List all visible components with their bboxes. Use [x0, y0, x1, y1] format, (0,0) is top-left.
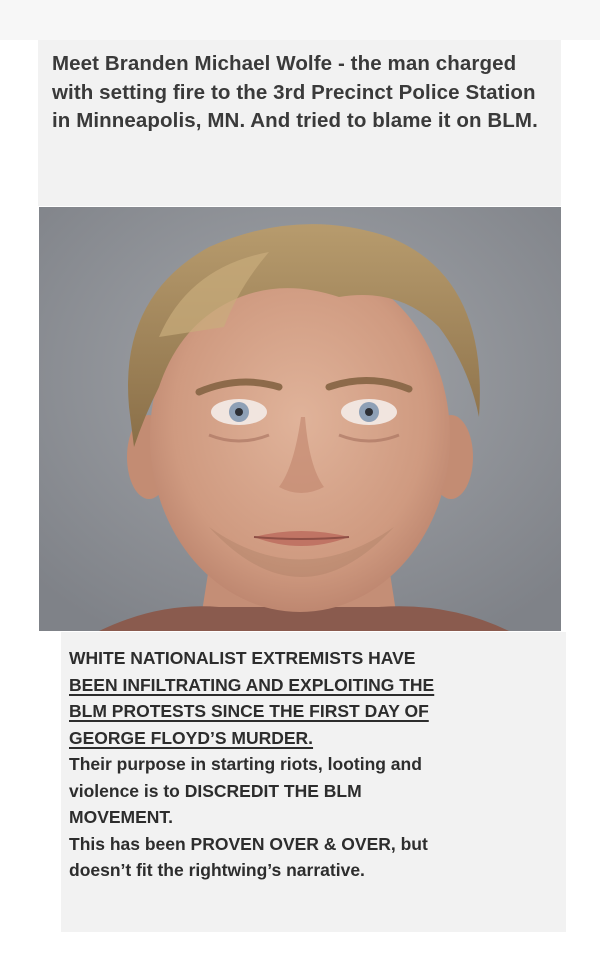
headline-text: Meet Branden Michael Wolfe - the man cha… — [52, 52, 538, 132]
top-strip — [0, 0, 600, 40]
caption-line: doesn’t fit the rightwing’s narrative. — [69, 860, 365, 880]
mugshot-photo — [39, 207, 561, 631]
mugshot-illustration — [39, 207, 561, 631]
caption-line: Their purpose in starting riots, looting… — [69, 754, 422, 774]
caption-line: violence is to DISCREDIT THE BLM — [69, 780, 362, 801]
caption-line: MOVEMENT. — [69, 807, 174, 827]
caption-line: This has been PROVEN OVER & OVER, but — [69, 833, 428, 854]
caption-card: WHITE NATIONALIST EXTREMISTS HAVE BEEN I… — [61, 632, 566, 932]
caption-text: WHITE NATIONALIST EXTREMISTS HAVE BEEN I… — [69, 645, 559, 884]
caption-line: WHITE NATIONALIST EXTREMISTS HAVE — [69, 648, 416, 668]
caption-line-underlined: GEORGE FLOYD’S MURDER. — [69, 727, 314, 748]
headline-card: Meet Branden Michael Wolfe - the man cha… — [38, 40, 561, 206]
caption-line-underlined: BLM PROTESTS SINCE THE FIRST DAY OF — [69, 701, 429, 721]
caption-line-underlined: BEEN INFILTRATING AND EXPLOITING THE — [69, 674, 435, 695]
